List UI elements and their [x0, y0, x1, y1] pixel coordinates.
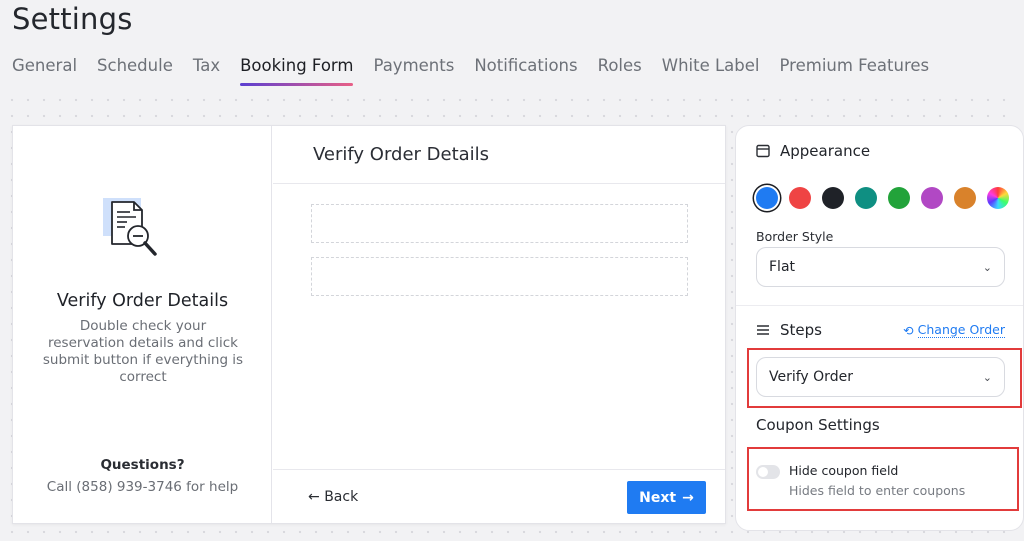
color-swatch-blue[interactable] — [756, 187, 778, 209]
tab-white-label[interactable]: White Label — [662, 56, 760, 83]
tab-booking-form[interactable]: Booking Form — [240, 56, 354, 86]
change-order-link[interactable]: ⟲ Change Order — [903, 322, 1005, 338]
preview-sidebar: Verify Order Details Double check your r… — [13, 126, 272, 523]
appearance-heading: Appearance — [780, 142, 871, 160]
color-swatch-black[interactable] — [822, 187, 844, 209]
step-select[interactable]: Verify Order ⌄ — [756, 357, 1005, 397]
preview-content: Verify Order Details ← Back Next → — [273, 126, 725, 523]
color-swatch-purple[interactable] — [921, 187, 943, 209]
color-swatch-orange[interactable] — [954, 187, 976, 209]
preview-step-description: Double check your reservation details an… — [42, 318, 244, 385]
next-button[interactable]: Next → — [627, 481, 706, 514]
tab-schedule[interactable]: Schedule — [97, 56, 173, 83]
back-label: Back — [324, 489, 359, 505]
tab-general[interactable]: General — [12, 56, 77, 83]
divider — [736, 305, 1023, 306]
summary-placeholder-1 — [311, 204, 688, 243]
step-select-value: Verify Order — [769, 369, 853, 385]
coupon-highlight-box — [747, 447, 1019, 511]
back-button[interactable]: ← Back — [308, 489, 358, 505]
color-swatch-red[interactable] — [789, 187, 811, 209]
color-swatch-green[interactable] — [888, 187, 910, 209]
color-swatch-teal[interactable] — [855, 187, 877, 209]
change-order-label: Change Order — [917, 322, 1005, 338]
border-style-label: Border Style — [756, 229, 834, 244]
chevron-down-icon: ⌄ — [982, 370, 992, 384]
chevron-down-icon: ⌄ — [982, 260, 992, 274]
page-title: Settings — [12, 2, 133, 36]
border-style-select[interactable]: Flat ⌄ — [756, 247, 1005, 287]
settings-tabs: General Schedule Tax Booking Form Paymen… — [12, 56, 930, 86]
questions-label: Questions? — [100, 457, 185, 473]
form-settings-panel: Appearance Border Style Flat ⌄ Steps ⟲ C… — [735, 125, 1024, 531]
coupon-settings-header: Coupon Settings — [756, 416, 880, 434]
tab-tax[interactable]: Tax — [193, 56, 220, 83]
tab-roles[interactable]: Roles — [598, 56, 642, 83]
preview-step-heading: Verify Order Details — [56, 291, 229, 311]
refresh-icon: ⟲ — [903, 322, 914, 338]
list-icon — [757, 325, 769, 335]
hide-coupon-description: Hides field to enter coupons — [789, 483, 966, 498]
appearance-header: Appearance — [756, 142, 870, 160]
window-icon — [756, 144, 770, 158]
border-style-value: Flat — [769, 259, 796, 275]
document-magnifier-icon — [103, 198, 157, 256]
hide-coupon-toggle[interactable] — [756, 465, 780, 479]
coupon-settings-heading: Coupon Settings — [756, 416, 880, 434]
arrow-left-icon: ← — [308, 489, 320, 505]
hide-coupon-label: Hide coupon field — [789, 463, 899, 478]
next-label: Next — [639, 489, 677, 506]
preview-footer: ← Back Next → — [273, 469, 725, 523]
tab-notifications[interactable]: Notifications — [474, 56, 577, 83]
contact-text: Call (858) 939-3746 for help — [46, 479, 239, 495]
color-swatch-custom[interactable] — [987, 187, 1009, 209]
arrow-right-icon: → — [682, 489, 694, 506]
steps-header: Steps — [756, 321, 822, 339]
preview-content-heading: Verify Order Details — [273, 126, 725, 184]
tab-premium-features[interactable]: Premium Features — [780, 56, 930, 83]
booking-form-preview: Verify Order Details Double check your r… — [12, 125, 726, 524]
tab-payments[interactable]: Payments — [373, 56, 454, 83]
steps-heading: Steps — [780, 321, 822, 339]
color-swatches — [756, 187, 1009, 209]
summary-placeholder-2 — [311, 257, 688, 296]
